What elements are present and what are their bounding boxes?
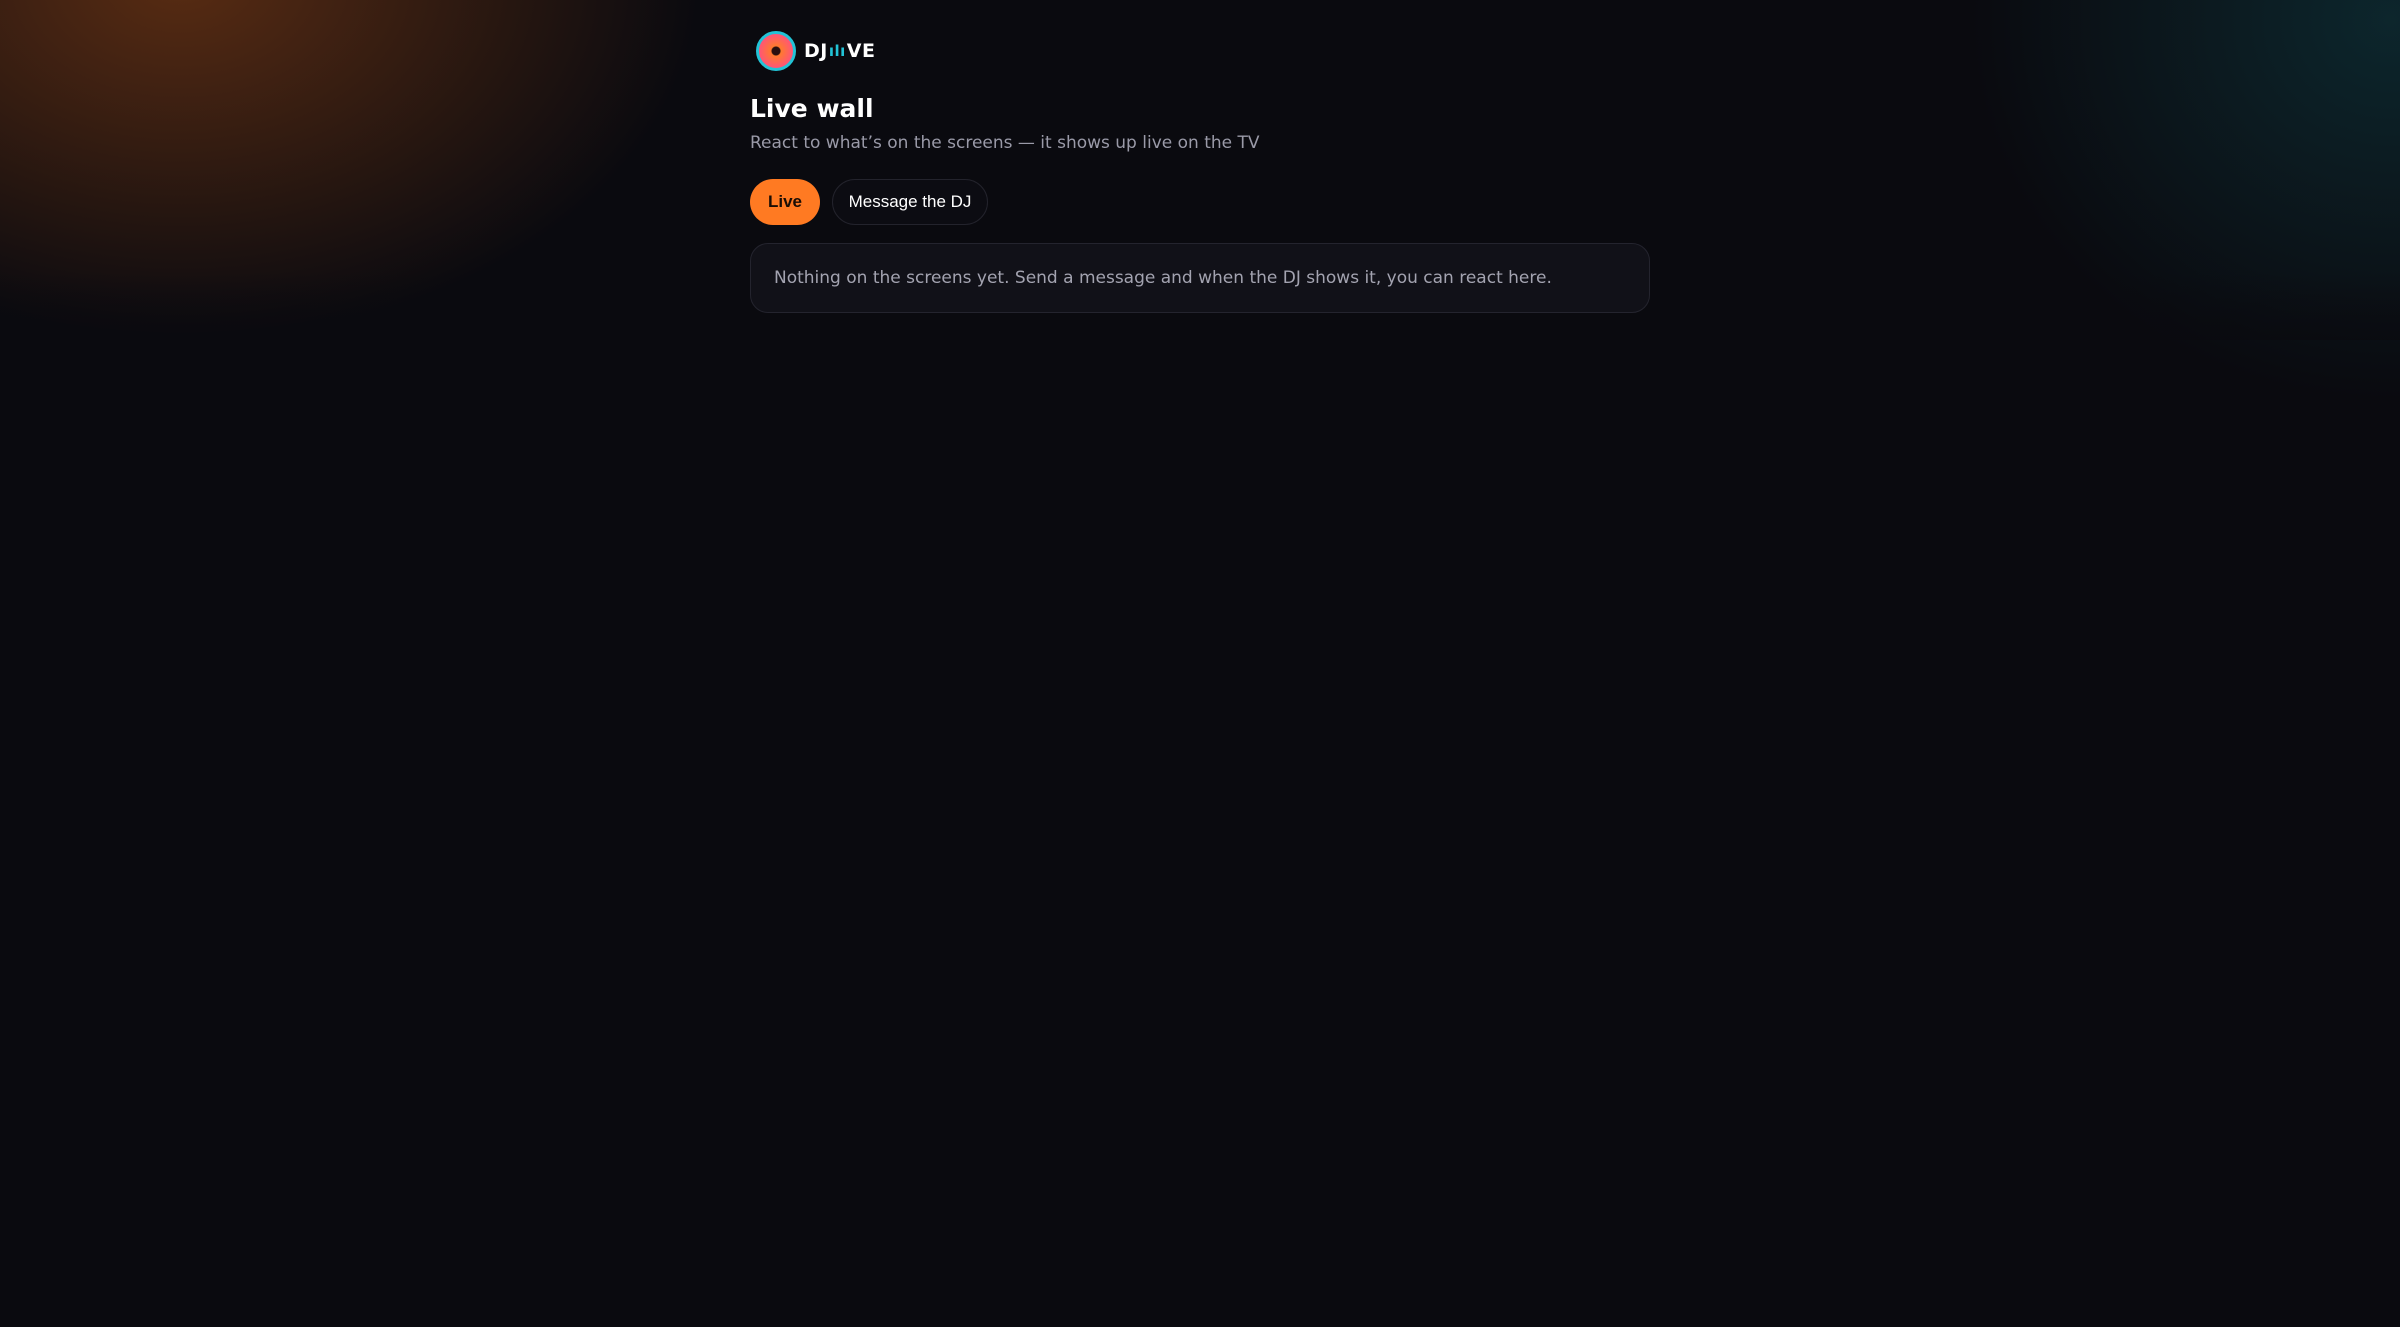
tab-bar: Live Message the DJ [750,179,988,225]
equalizer-icon: ılı [828,42,846,60]
logo-text-right: VE [846,40,876,62]
tab-live[interactable]: Live [750,179,820,225]
page-subtitle: React to what’s on the screens — it show… [750,133,1260,153]
vinyl-disc-icon [756,31,796,71]
logo-wordmark: DJ ılı VE [804,40,875,62]
tab-message-the-dj[interactable]: Message the DJ [832,179,988,225]
page-title: Live wall [750,94,874,123]
brand-logo[interactable]: DJ ılı VE [756,28,875,74]
empty-state-card: Nothing on the screens yet. Send a messa… [750,243,1650,313]
logo-text-left: DJ [804,40,828,62]
empty-state-message: Nothing on the screens yet. Send a messa… [774,268,1552,288]
